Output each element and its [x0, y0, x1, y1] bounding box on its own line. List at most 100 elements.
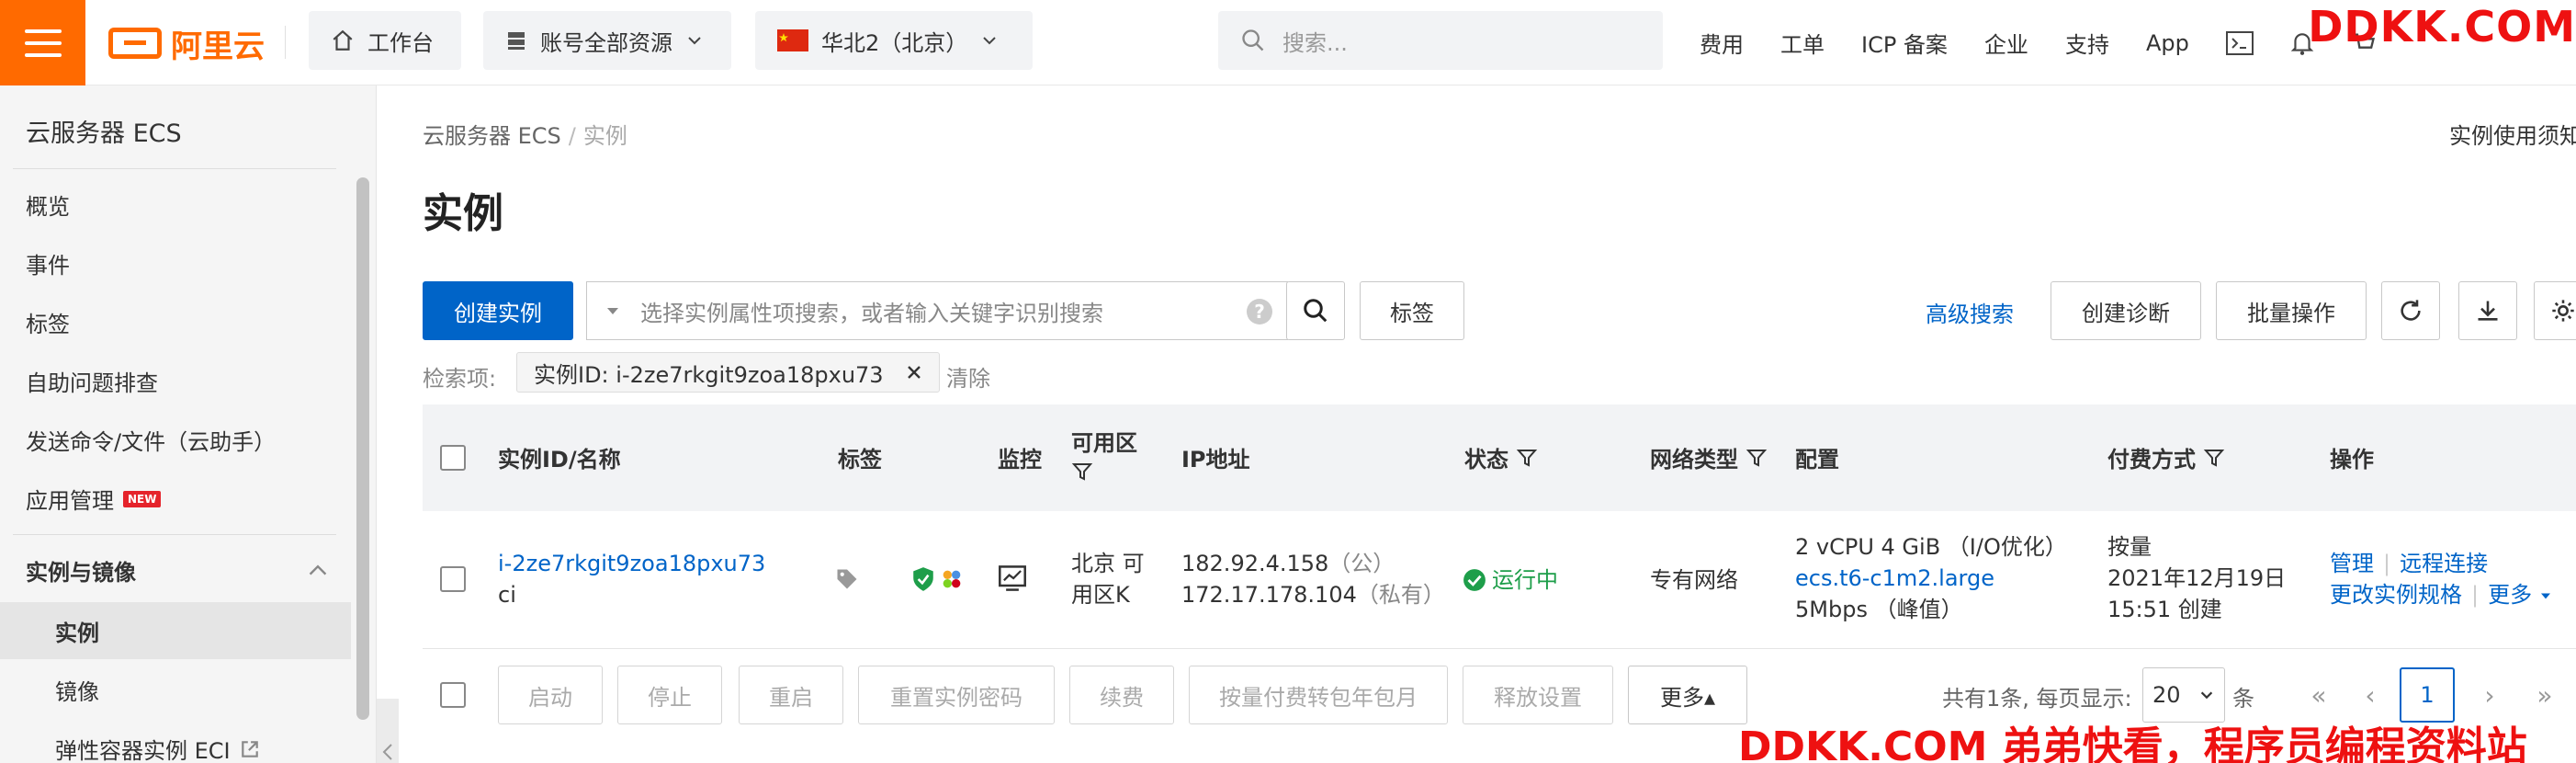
divider: [13, 534, 336, 535]
create-instance-button[interactable]: 创建实例: [423, 281, 573, 340]
instance-type-link[interactable]: ecs.t6-c1m2.large: [1795, 563, 2067, 594]
sidebar-item-label: 镜像: [55, 679, 99, 705]
region-dropdown[interactable]: 华北2（北京）: [755, 11, 1033, 70]
sidebar-item-cloud-assistant[interactable]: 发送命令/文件（云助手）: [26, 424, 276, 456]
nav-icp[interactable]: ICP 备案: [1861, 27, 1948, 59]
search-placeholder: 搜索...: [1282, 29, 1348, 56]
monitor-icon[interactable]: [998, 564, 1027, 592]
filter-icon[interactable]: [2203, 447, 2225, 469]
start-button[interactable]: 启动: [498, 666, 603, 724]
row-checkbox[interactable]: [440, 566, 466, 592]
resize-instance-link[interactable]: 更改实例规格: [2330, 579, 2462, 610]
sidebar-item-events[interactable]: 事件: [26, 247, 70, 279]
select-all-checkbox[interactable]: [440, 445, 466, 471]
more-batch-button[interactable]: 更多▴: [1628, 666, 1747, 724]
billing-cell: 按量 2021年12月19日 15:51 创建: [2107, 531, 2286, 625]
col-header-actions: 操作: [2330, 441, 2374, 473]
sidebar-item-eci[interactable]: 弹性容器实例 ECI: [55, 733, 260, 763]
search-button[interactable]: [1286, 281, 1345, 340]
sidebar-item-instances[interactable]: 实例: [55, 615, 99, 647]
stop-button[interactable]: 停止: [617, 666, 722, 724]
filter-icon[interactable]: [1071, 461, 1093, 483]
instance-id-link[interactable]: i-2ze7rkgit9zoa18pxu73: [498, 548, 765, 579]
filter-icon[interactable]: [1746, 447, 1768, 469]
more-actions-link[interactable]: 更多: [2488, 579, 2552, 610]
sidebar-item-app-management[interactable]: 应用管理 NEW: [26, 483, 162, 515]
sidebar-item-label: 应用管理: [26, 488, 114, 514]
sidebar-group-instances-images[interactable]: 实例与镜像: [26, 554, 329, 586]
nav-billing[interactable]: 费用: [1700, 27, 1744, 59]
remote-connect-link[interactable]: 远程连接: [2400, 548, 2488, 579]
release-settings-button[interactable]: 释放设置: [1463, 666, 1613, 724]
china-flag-icon: [777, 29, 808, 51]
config-bandwidth: 5Mbps （峰值）: [1795, 597, 1963, 622]
server-icon: [508, 32, 525, 50]
chevron-up-icon: [309, 564, 327, 575]
sidebar-scrollbar[interactable]: [356, 177, 369, 720]
search-icon: [1242, 29, 1264, 51]
more-actions-label: 更多: [2488, 582, 2533, 608]
renew-button[interactable]: 续费: [1069, 666, 1174, 724]
sidebar-item-tags[interactable]: 标签: [26, 306, 70, 338]
footer-select-all-checkbox[interactable]: [440, 682, 466, 708]
convert-billing-button[interactable]: 按量付费转包年包月: [1189, 666, 1448, 724]
nav-ticket[interactable]: 工单: [1780, 27, 1825, 59]
logo-mark: [108, 28, 162, 59]
top-bar: 阿里云 工作台 账号全部资源 华北2（北京） 搜索... 费用 工单 ICP 备…: [0, 0, 2576, 85]
home-icon: [333, 29, 353, 51]
manage-link[interactable]: 管理: [2330, 548, 2374, 579]
global-search[interactable]: 搜索...: [1218, 11, 1663, 70]
divider: |: [2471, 582, 2480, 608]
shield-icon[interactable]: [911, 566, 935, 592]
zone-line: 用区K: [1071, 582, 1130, 608]
export-button[interactable]: [2458, 281, 2517, 340]
zone-line: 北京 可: [1071, 551, 1145, 576]
restart-button[interactable]: 重启: [739, 666, 843, 724]
col-header-label: 付费方式: [2107, 447, 2196, 473]
caret-down-icon: [2540, 593, 2550, 599]
breadcrumb-root[interactable]: 云服务器 ECS: [423, 123, 561, 149]
last-page-icon[interactable]: »: [2525, 667, 2565, 723]
terminal-icon[interactable]: [2225, 30, 2254, 55]
settings-button[interactable]: [2534, 281, 2576, 340]
clear-criteria-link[interactable]: 清除: [946, 360, 990, 393]
chevron-left-icon: [382, 744, 392, 760]
workbench-button[interactable]: 工作台: [309, 11, 461, 70]
col-header-network: 网络类型: [1650, 441, 1768, 473]
menu-icon[interactable]: [0, 0, 85, 85]
aliyun-logo[interactable]: 阿里云: [108, 22, 265, 65]
sidebar-item-images[interactable]: 镜像: [55, 674, 99, 706]
breadcrumb: 云服务器 ECS / 实例: [423, 118, 627, 150]
instance-filter-input[interactable]: 选择实例属性项搜索，或者输入关键字识别搜索 ?: [586, 281, 1288, 340]
help-icon[interactable]: ?: [1247, 299, 1272, 325]
create-diagnosis-button[interactable]: 创建诊断: [2051, 281, 2201, 340]
divider: |: [2383, 551, 2391, 576]
pagination-total: 共有1条, 每页显示:: [1942, 686, 2132, 712]
chevron-down-icon: [2200, 691, 2213, 700]
reset-password-button[interactable]: 重置实例密码: [858, 666, 1055, 724]
instance-name: ci: [498, 582, 516, 608]
refresh-button[interactable]: [2381, 281, 2440, 340]
public-ip: 182.92.4.158: [1181, 551, 1329, 576]
resource-scope-dropdown[interactable]: 账号全部资源: [483, 11, 731, 70]
breadcrumb-separator: /: [568, 123, 576, 149]
nav-enterprise[interactable]: 企业: [1984, 27, 2028, 59]
config-cell: 2 vCPU 4 GiB （I/O优化） ecs.t6-c1m2.large 5…: [1795, 531, 2067, 625]
filter-icon[interactable]: [1516, 447, 1538, 469]
tag-icon[interactable]: [834, 566, 860, 592]
sidebar-collapse-handle[interactable]: [377, 699, 399, 763]
nav-support[interactable]: 支持: [2065, 27, 2109, 59]
close-icon[interactable]: [906, 364, 922, 381]
nav-app[interactable]: App: [2146, 30, 2189, 56]
page-size-value: 20: [2152, 682, 2181, 708]
advanced-search-link[interactable]: 高级搜索: [1926, 296, 2014, 328]
batch-operation-button[interactable]: 批量操作: [2216, 281, 2367, 340]
status-label: 运行中: [1492, 567, 1558, 593]
plugin-icon[interactable]: [939, 566, 965, 592]
usage-notice-link[interactable]: 实例使用须知: [2449, 118, 2576, 150]
criteria-chip: 实例ID: i-2ze7rkgit9zoa18pxu73: [516, 352, 940, 393]
sidebar-item-overview[interactable]: 概览: [26, 188, 70, 221]
tag-filter-button[interactable]: 标签: [1360, 281, 1464, 340]
col-header-id: 实例ID/名称: [498, 441, 621, 473]
sidebar-item-troubleshoot[interactable]: 自助问题排查: [26, 365, 158, 397]
